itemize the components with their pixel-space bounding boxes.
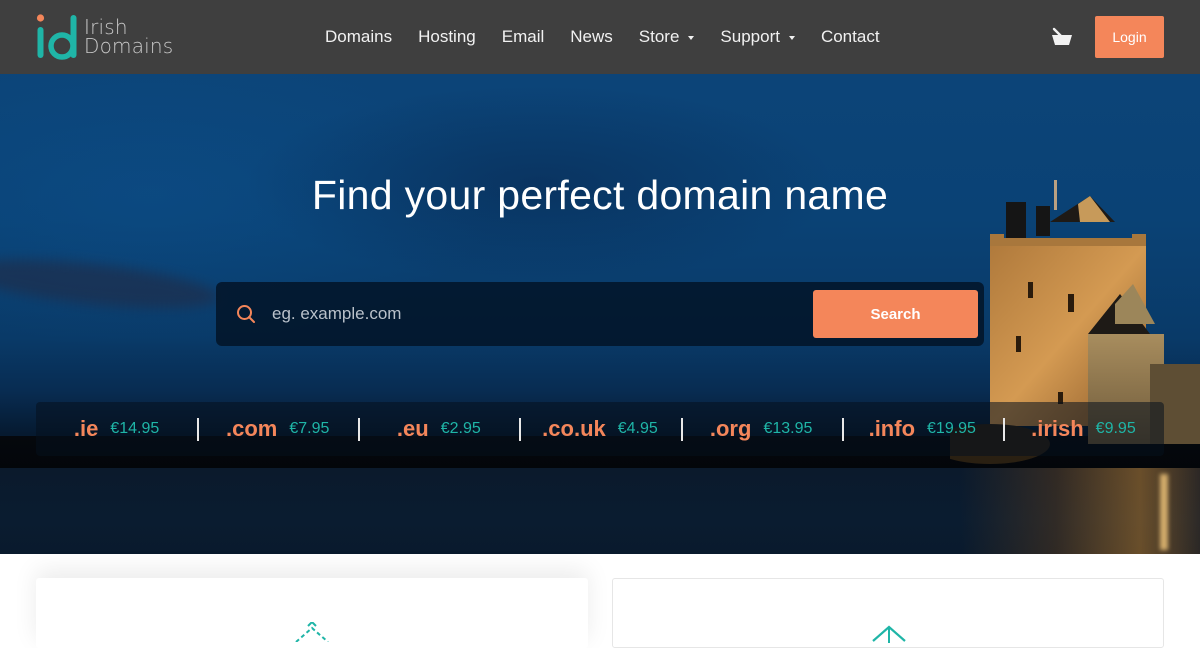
nav-item-support[interactable]: Support — [720, 27, 795, 47]
logo-text: Irish Domains — [84, 17, 174, 58]
logo[interactable]: Irish Domains — [36, 13, 186, 61]
nav-label: Email — [501, 27, 545, 46]
house-icon — [295, 622, 329, 642]
nav-label: Domains — [325, 27, 393, 46]
search-icon — [237, 305, 255, 323]
tld-name: .info — [868, 416, 916, 441]
nav-item-domains[interactable]: Domains — [325, 27, 392, 47]
site-header: Irish Domains Domains Hosting Email News… — [0, 0, 1200, 74]
logo-mark-icon — [36, 14, 77, 60]
tld-price: €4.95 — [617, 420, 658, 437]
hero-section: Find your perfect domain name Search .ie… — [0, 74, 1200, 554]
tld-price-bar: .ie €14.95 .com €7.95 .eu €2.95 .co.uk €… — [36, 402, 1164, 456]
house-icon — [872, 625, 906, 643]
nav-label: Hosting — [418, 27, 476, 46]
nav-item-news[interactable]: News — [570, 27, 613, 47]
nav-label: Store — [638, 27, 680, 46]
tld-price: €13.95 — [763, 420, 813, 437]
tld-name: .co.uk — [542, 416, 606, 441]
main-nav: Domains Hosting Email News Store Support… — [312, 0, 893, 74]
basket-icon[interactable] — [1050, 27, 1074, 47]
tld-name: .com — [226, 416, 278, 441]
tld-name: .irish — [1031, 416, 1084, 441]
nav-label: News — [570, 27, 613, 46]
tld-item-info[interactable]: .info €19.95 — [841, 402, 1003, 456]
tld-price: €19.95 — [927, 420, 976, 437]
logo-text-line2: Domains — [84, 34, 174, 58]
nav-item-hosting[interactable]: Hosting — [418, 27, 476, 47]
hero-background-reflection-light — [1160, 474, 1168, 550]
tld-price: €2.95 — [440, 420, 481, 437]
nav-item-email[interactable]: Email — [502, 27, 545, 47]
tld-item-eu[interactable]: .eu €2.95 — [358, 402, 519, 456]
login-button[interactable]: Login — [1095, 16, 1164, 58]
tld-item-org[interactable]: .org €13.95 — [680, 402, 842, 456]
feature-card[interactable] — [36, 578, 588, 648]
caret-down-icon — [788, 35, 795, 40]
tld-price: €7.95 — [289, 420, 330, 437]
feature-card[interactable] — [612, 578, 1164, 648]
tld-name: .ie — [73, 416, 99, 441]
tld-name: .eu — [396, 416, 429, 441]
nav-label: Support — [720, 27, 780, 46]
search-button[interactable]: Search — [813, 290, 978, 338]
domain-search-form: Search — [216, 282, 984, 346]
tld-item-co-uk[interactable]: .co.uk €4.95 — [519, 402, 680, 456]
domain-search-input[interactable] — [272, 296, 802, 332]
tld-price: €14.95 — [110, 420, 160, 437]
hero-background-cloud — [0, 250, 222, 318]
tld-item-irish[interactable]: .irish €9.95 — [1002, 402, 1164, 456]
nav-label: Contact — [820, 27, 880, 46]
nav-item-store[interactable]: Store — [639, 27, 695, 47]
tld-name: .org — [709, 416, 752, 441]
caret-down-icon — [688, 35, 695, 40]
hero-title: Find your perfect domain name — [311, 172, 889, 218]
tld-item-ie[interactable]: .ie €14.95 — [36, 402, 197, 456]
tld-item-com[interactable]: .com €7.95 — [197, 402, 358, 456]
tld-price: €9.95 — [1095, 420, 1136, 437]
nav-item-contact[interactable]: Contact — [821, 27, 880, 47]
